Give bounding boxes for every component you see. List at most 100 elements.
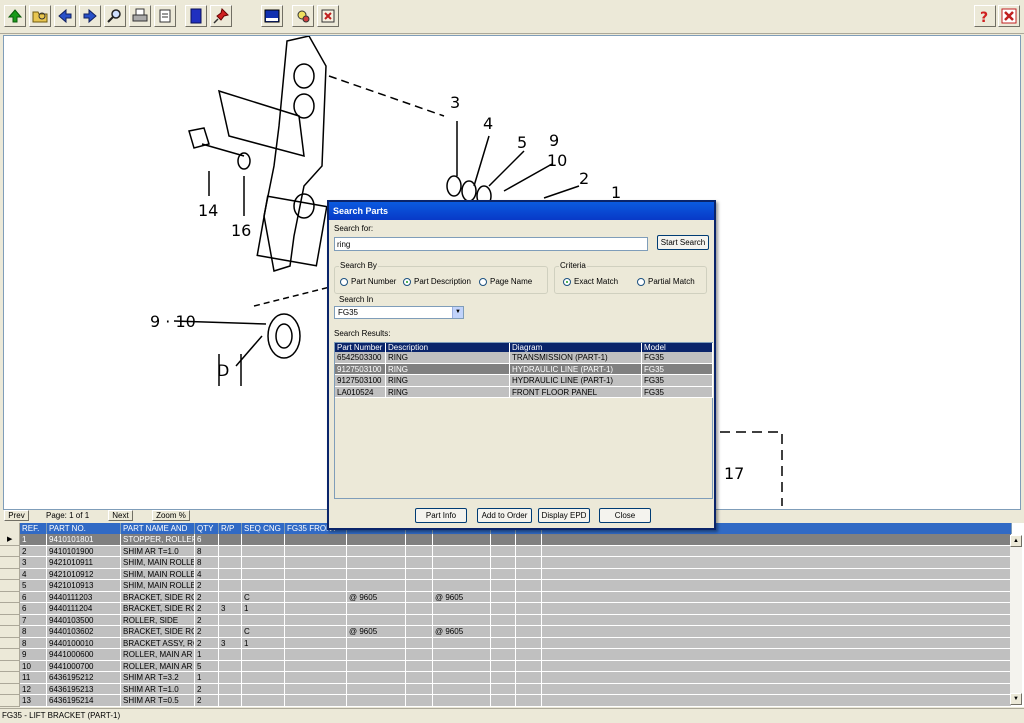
pin-icon[interactable] <box>210 5 232 27</box>
table-cell <box>219 683 242 695</box>
row-selector[interactable] <box>0 626 20 638</box>
result-cell[interactable]: HYDRAULIC LINE (PART-1) <box>510 363 642 375</box>
table-row[interactable]: 12 6436195213 SHIM AR T=1.0 2 <box>0 683 1012 695</box>
exit-icon[interactable] <box>317 5 339 27</box>
table-row[interactable]: 7 9440103500 ROLLER, SIDE 2 <box>0 614 1012 626</box>
result-cell[interactable]: FG35 <box>642 363 713 375</box>
table-row[interactable]: ▶ 1 9410101801 STOPPER, ROLLEF 6 <box>0 534 1012 546</box>
close-icon[interactable] <box>998 5 1020 27</box>
row-selector[interactable] <box>0 603 20 615</box>
table-cell: 9440111203 <box>47 591 121 603</box>
grid-header-cell[interactable]: QTY <box>195 523 219 534</box>
result-cell[interactable]: FG35 <box>642 352 713 364</box>
row-selector[interactable] <box>0 580 20 592</box>
close-button[interactable]: Close <box>599 508 651 523</box>
results-header-cell[interactable]: Diagram <box>510 343 642 352</box>
table-row[interactable]: 8 9440100010 BRACKET ASSY, RC 2 3 1 <box>0 637 1012 649</box>
row-selector[interactable] <box>0 660 20 672</box>
result-cell[interactable]: LA010524 <box>335 386 386 398</box>
add-to-order-button[interactable]: Add to Order <box>477 508 532 523</box>
radio-partial-match[interactable]: Partial Match <box>637 277 695 286</box>
table-cell <box>406 580 433 592</box>
open-folder-icon[interactable] <box>29 5 51 27</box>
row-selector[interactable] <box>0 649 20 661</box>
help-icon[interactable]: ? <box>974 5 996 27</box>
radio-part-description-dot[interactable] <box>403 277 411 286</box>
grid-header-cell[interactable]: PART NO. <box>47 523 121 534</box>
grid-header-cell[interactable]: PART NAME AND <box>121 523 195 534</box>
book-icon[interactable] <box>185 5 207 27</box>
result-cell[interactable]: 9127503100 <box>335 375 386 387</box>
result-cell[interactable]: RING <box>386 386 510 398</box>
result-cell[interactable]: TRANSMISSION (PART-1) <box>510 352 642 364</box>
part-info-button[interactable]: Part Info <box>415 508 467 523</box>
result-cell[interactable]: 9127503100 <box>335 363 386 375</box>
result-cell[interactable]: RING <box>386 375 510 387</box>
radio-part-number[interactable]: Part Number <box>340 277 396 286</box>
next-button[interactable]: Next <box>108 510 133 521</box>
row-selector[interactable] <box>0 545 20 557</box>
result-cell[interactable]: RING <box>386 352 510 364</box>
row-selector[interactable] <box>0 637 20 649</box>
scroll-down-icon[interactable]: ▼ <box>1010 693 1022 705</box>
grid-header-cell[interactable]: R/P <box>219 523 242 534</box>
back-arrow-icon[interactable] <box>54 5 76 27</box>
radio-page-name[interactable]: Page Name <box>479 277 532 286</box>
table-cell <box>285 672 347 684</box>
results-header-cell[interactable]: Description <box>386 343 510 352</box>
results-header-cell[interactable]: Part Number <box>335 343 386 352</box>
display-epd-button[interactable]: Display EPD <box>538 508 590 523</box>
print-icon[interactable] <box>129 5 151 27</box>
row-selector[interactable] <box>0 695 20 707</box>
radio-exact-match-dot[interactable] <box>563 277 571 286</box>
row-selector[interactable] <box>0 672 20 684</box>
search-parts-icon[interactable] <box>292 5 314 27</box>
table-row[interactable]: 8 9440103602 BRACKET, SIDE RC 2 C @ 9605 @ 960… <box>0 626 1012 638</box>
scroll-up-icon[interactable]: ▲ <box>1010 535 1022 547</box>
table-row[interactable]: 6 9440111204 BRACKET, SIDE RC 2 3 1 <box>0 603 1012 615</box>
grid-header-cell[interactable]: SEQ CNG <box>242 523 285 534</box>
radio-part-description[interactable]: Part Description <box>403 277 471 286</box>
result-cell[interactable]: HYDRAULIC LINE (PART-1) <box>510 375 642 387</box>
table-row[interactable]: 4 9421010912 SHIM, MAIN ROLLE 4 <box>0 568 1012 580</box>
result-cell[interactable]: FG35 <box>642 386 713 398</box>
search-magnifier-icon[interactable] <box>104 5 126 27</box>
grid-header-cell[interactable]: REF. <box>20 523 47 534</box>
notes-icon[interactable] <box>154 5 176 27</box>
result-cell[interactable]: FG35 <box>642 375 713 387</box>
row-selector[interactable] <box>0 591 20 603</box>
row-selector[interactable] <box>0 614 20 626</box>
row-selector[interactable] <box>0 683 20 695</box>
result-cell[interactable]: 6542503300 <box>335 352 386 364</box>
table-cell <box>242 568 285 580</box>
radio-partial-match-dot[interactable] <box>637 277 645 286</box>
table-row[interactable]: 9 9441000600 ROLLER, MAIN AR 1 <box>0 649 1012 661</box>
search-input[interactable] <box>334 237 648 251</box>
table-row[interactable]: 11 6436195212 SHIM AR T=3.2 1 <box>0 672 1012 684</box>
window-icon[interactable] <box>261 5 283 27</box>
radio-part-number-dot[interactable] <box>340 277 348 286</box>
table-row[interactable]: 2 9410101900 SHIM AR T=1.0 8 <box>0 545 1012 557</box>
result-cell[interactable]: RING <box>386 363 510 375</box>
row-selector[interactable]: ▶ <box>0 534 20 546</box>
grid-vertical-scrollbar[interactable]: ▲ ▼ <box>1010 535 1022 705</box>
table-row[interactable]: 5 9421010913 SHIM, MAIN ROLLE 2 <box>0 580 1012 592</box>
table-cell <box>516 614 542 626</box>
table-row[interactable]: 6 9440111203 BRACKET, SIDE RC 2 C @ 9605 @ 960… <box>0 591 1012 603</box>
row-selector[interactable] <box>0 568 20 580</box>
forward-arrow-icon[interactable] <box>79 5 101 27</box>
result-cell[interactable]: FRONT FLOOR PANEL <box>510 386 642 398</box>
search-in-select[interactable]: FG35 ▼ <box>334 306 464 319</box>
chevron-down-icon[interactable]: ▼ <box>452 307 463 318</box>
up-arrow-icon[interactable] <box>4 5 26 27</box>
table-row[interactable]: 13 6436195214 SHIM AR T=0.5 2 <box>0 695 1012 707</box>
row-selector[interactable] <box>0 557 20 569</box>
radio-page-name-dot[interactable] <box>479 277 487 286</box>
radio-exact-match[interactable]: Exact Match <box>563 277 618 286</box>
zoom-button[interactable]: Zoom % <box>152 510 190 521</box>
table-row[interactable]: 10 9441000700 ROLLER, MAIN AR 5 <box>0 660 1012 672</box>
prev-button[interactable]: Prev <box>4 510 29 521</box>
start-search-button[interactable]: Start Search <box>657 235 709 250</box>
table-row[interactable]: 3 9421010911 SHIM, MAIN ROLLE 8 <box>0 557 1012 569</box>
results-header-cell[interactable]: Model <box>642 343 713 352</box>
